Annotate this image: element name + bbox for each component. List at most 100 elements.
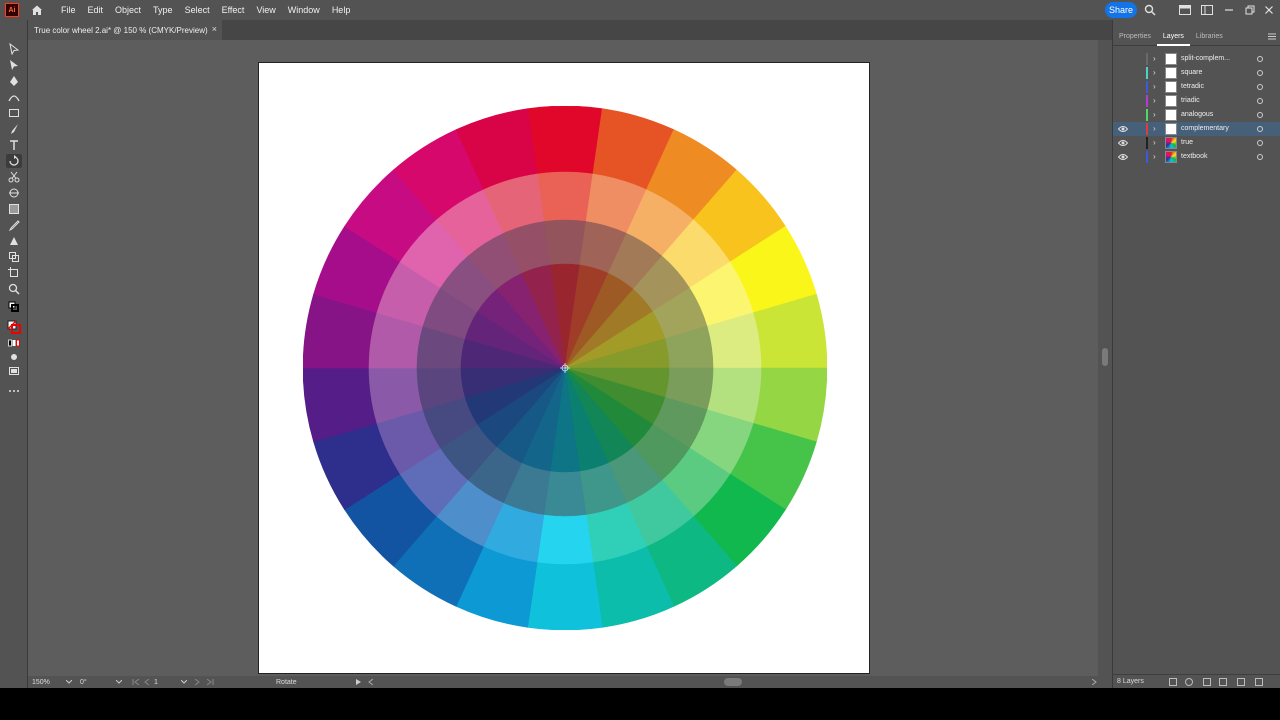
close-tab-icon[interactable]: × [212, 24, 217, 34]
scissors-tool-icon[interactable] [6, 170, 22, 184]
color-wheel-segment[interactable] [527, 561, 603, 630]
layer-row[interactable]: › square [1113, 66, 1280, 80]
expand-layer-chevron-icon[interactable]: › [1153, 110, 1156, 119]
clipping-mask-icon[interactable] [1203, 678, 1211, 686]
screen-mode-icon[interactable] [6, 364, 22, 378]
tab-libraries[interactable]: Libraries [1190, 28, 1229, 46]
color-wheel-segment[interactable] [527, 106, 603, 175]
artboard-number-field[interactable]: 1 [154, 677, 180, 687]
tab-layers[interactable]: Layers [1156, 27, 1190, 46]
layer-row[interactable]: › analogous [1113, 108, 1280, 122]
first-artboard-icon[interactable] [132, 677, 140, 687]
menu-window[interactable]: Window [282, 0, 326, 20]
expand-layer-chevron-icon[interactable]: › [1153, 124, 1156, 133]
search-icon[interactable] [1143, 3, 1157, 17]
layer-name[interactable]: triadic [1181, 94, 1200, 108]
new-sublayer-icon[interactable] [1219, 678, 1227, 686]
visibility-eye-icon[interactable] [1118, 69, 1128, 77]
menu-type[interactable]: Type [147, 0, 179, 20]
visibility-eye-icon[interactable] [1117, 139, 1129, 147]
locate-object-icon[interactable] [1185, 678, 1193, 686]
expand-layer-chevron-icon[interactable]: › [1153, 138, 1156, 147]
default-fill-stroke-icon[interactable] [6, 300, 22, 314]
visibility-eye-icon[interactable] [1117, 153, 1129, 161]
paintbrush-tool-icon[interactable] [6, 122, 22, 136]
type-tool-icon[interactable] [6, 138, 22, 152]
layer-target-icon[interactable] [1257, 98, 1263, 104]
restore-icon[interactable] [1243, 3, 1257, 17]
fill-stroke-swatches-icon[interactable] [6, 318, 22, 336]
home-icon[interactable] [29, 2, 45, 18]
close-window-icon[interactable] [1262, 3, 1276, 17]
menu-file[interactable]: File [55, 0, 82, 20]
pen-tool-icon[interactable] [6, 74, 22, 88]
layer-name[interactable]: split-complem... [1181, 52, 1230, 66]
layer-row[interactable]: › split-complem... [1113, 52, 1280, 66]
layer-name[interactable]: analogous [1181, 108, 1213, 122]
layer-target-icon[interactable] [1257, 126, 1263, 132]
expand-layer-chevron-icon[interactable]: › [1153, 54, 1156, 63]
zoom-tool-icon[interactable] [6, 282, 22, 296]
color-wheel-segment[interactable] [543, 219, 587, 266]
gradient-tool-icon[interactable] [6, 202, 22, 216]
rotate-tool-icon[interactable] [6, 154, 22, 168]
menu-object[interactable]: Object [109, 0, 147, 20]
expand-layer-chevron-icon[interactable]: › [1153, 68, 1156, 77]
width-tool-icon[interactable] [6, 186, 22, 200]
layer-name[interactable]: true [1181, 136, 1193, 150]
menu-effect[interactable]: Effect [216, 0, 251, 20]
expand-layer-chevron-icon[interactable]: › [1153, 96, 1156, 105]
color-wheel-segment[interactable] [536, 514, 594, 565]
artboard-dropdown-icon[interactable] [181, 677, 187, 687]
vertical-scrollbar[interactable] [1098, 40, 1112, 676]
canvas-area[interactable] [28, 40, 1098, 676]
menu-select[interactable]: Select [179, 0, 216, 20]
arrange-documents-icon[interactable] [1200, 3, 1214, 17]
visibility-eye-icon[interactable] [1117, 125, 1129, 133]
vertical-scroll-thumb[interactable] [1102, 348, 1108, 366]
layer-row[interactable]: › triadic [1113, 94, 1280, 108]
zoom-dropdown-icon[interactable] [66, 677, 72, 687]
tab-properties[interactable]: Properties [1113, 28, 1157, 46]
expand-layer-chevron-icon[interactable]: › [1153, 152, 1156, 161]
status-menu-arrow-icon[interactable] [356, 677, 361, 687]
expand-layer-chevron-icon[interactable]: › [1153, 82, 1156, 91]
layer-row[interactable]: › true [1113, 136, 1280, 150]
layer-name[interactable]: complementary [1181, 122, 1229, 136]
direct-selection-tool-icon[interactable] [6, 58, 22, 72]
menu-edit[interactable]: Edit [82, 0, 110, 20]
rotation-dropdown-icon[interactable] [116, 677, 122, 687]
artboard[interactable] [258, 62, 870, 674]
layer-target-icon[interactable] [1257, 56, 1263, 62]
draw-mode-icon[interactable] [6, 350, 22, 364]
visibility-eye-icon[interactable] [1118, 111, 1128, 119]
layer-target-icon[interactable] [1257, 154, 1263, 160]
blend-tool-icon[interactable] [6, 234, 22, 248]
minimize-icon[interactable] [1222, 3, 1236, 17]
visibility-eye-icon[interactable] [1118, 97, 1128, 105]
curvature-tool-icon[interactable] [6, 90, 22, 104]
scroll-left-icon[interactable] [368, 677, 373, 687]
layer-row[interactable]: › tetradic [1113, 80, 1280, 94]
document-tab[interactable]: True color wheel 2.ai* @ 150 % (CMYK/Pre… [28, 20, 222, 40]
next-artboard-icon[interactable] [194, 677, 200, 687]
layer-row[interactable]: › complementary [1113, 122, 1280, 136]
color-wheel-segment[interactable] [543, 470, 587, 517]
horizontal-scroll-thumb[interactable] [724, 678, 742, 686]
layer-target-icon[interactable] [1257, 140, 1263, 146]
menu-view[interactable]: View [250, 0, 281, 20]
layer-name[interactable]: textbook [1181, 150, 1207, 164]
color-wheel-segment[interactable] [536, 171, 594, 222]
artboard-tool-icon[interactable] [6, 266, 22, 280]
color-mode-icon[interactable] [6, 336, 22, 350]
layer-name[interactable]: tetradic [1181, 80, 1204, 94]
more-tools-icon[interactable] [6, 384, 22, 398]
symbol-sprayer-tool-icon[interactable] [6, 250, 22, 264]
panel-menu-icon[interactable] [1268, 33, 1276, 40]
last-artboard-icon[interactable] [206, 677, 214, 687]
layer-target-icon[interactable] [1257, 70, 1263, 76]
export-icon[interactable] [1169, 678, 1177, 686]
layer-target-icon[interactable] [1257, 84, 1263, 90]
visibility-eye-icon[interactable] [1118, 55, 1128, 63]
selection-tool-icon[interactable] [6, 42, 22, 56]
